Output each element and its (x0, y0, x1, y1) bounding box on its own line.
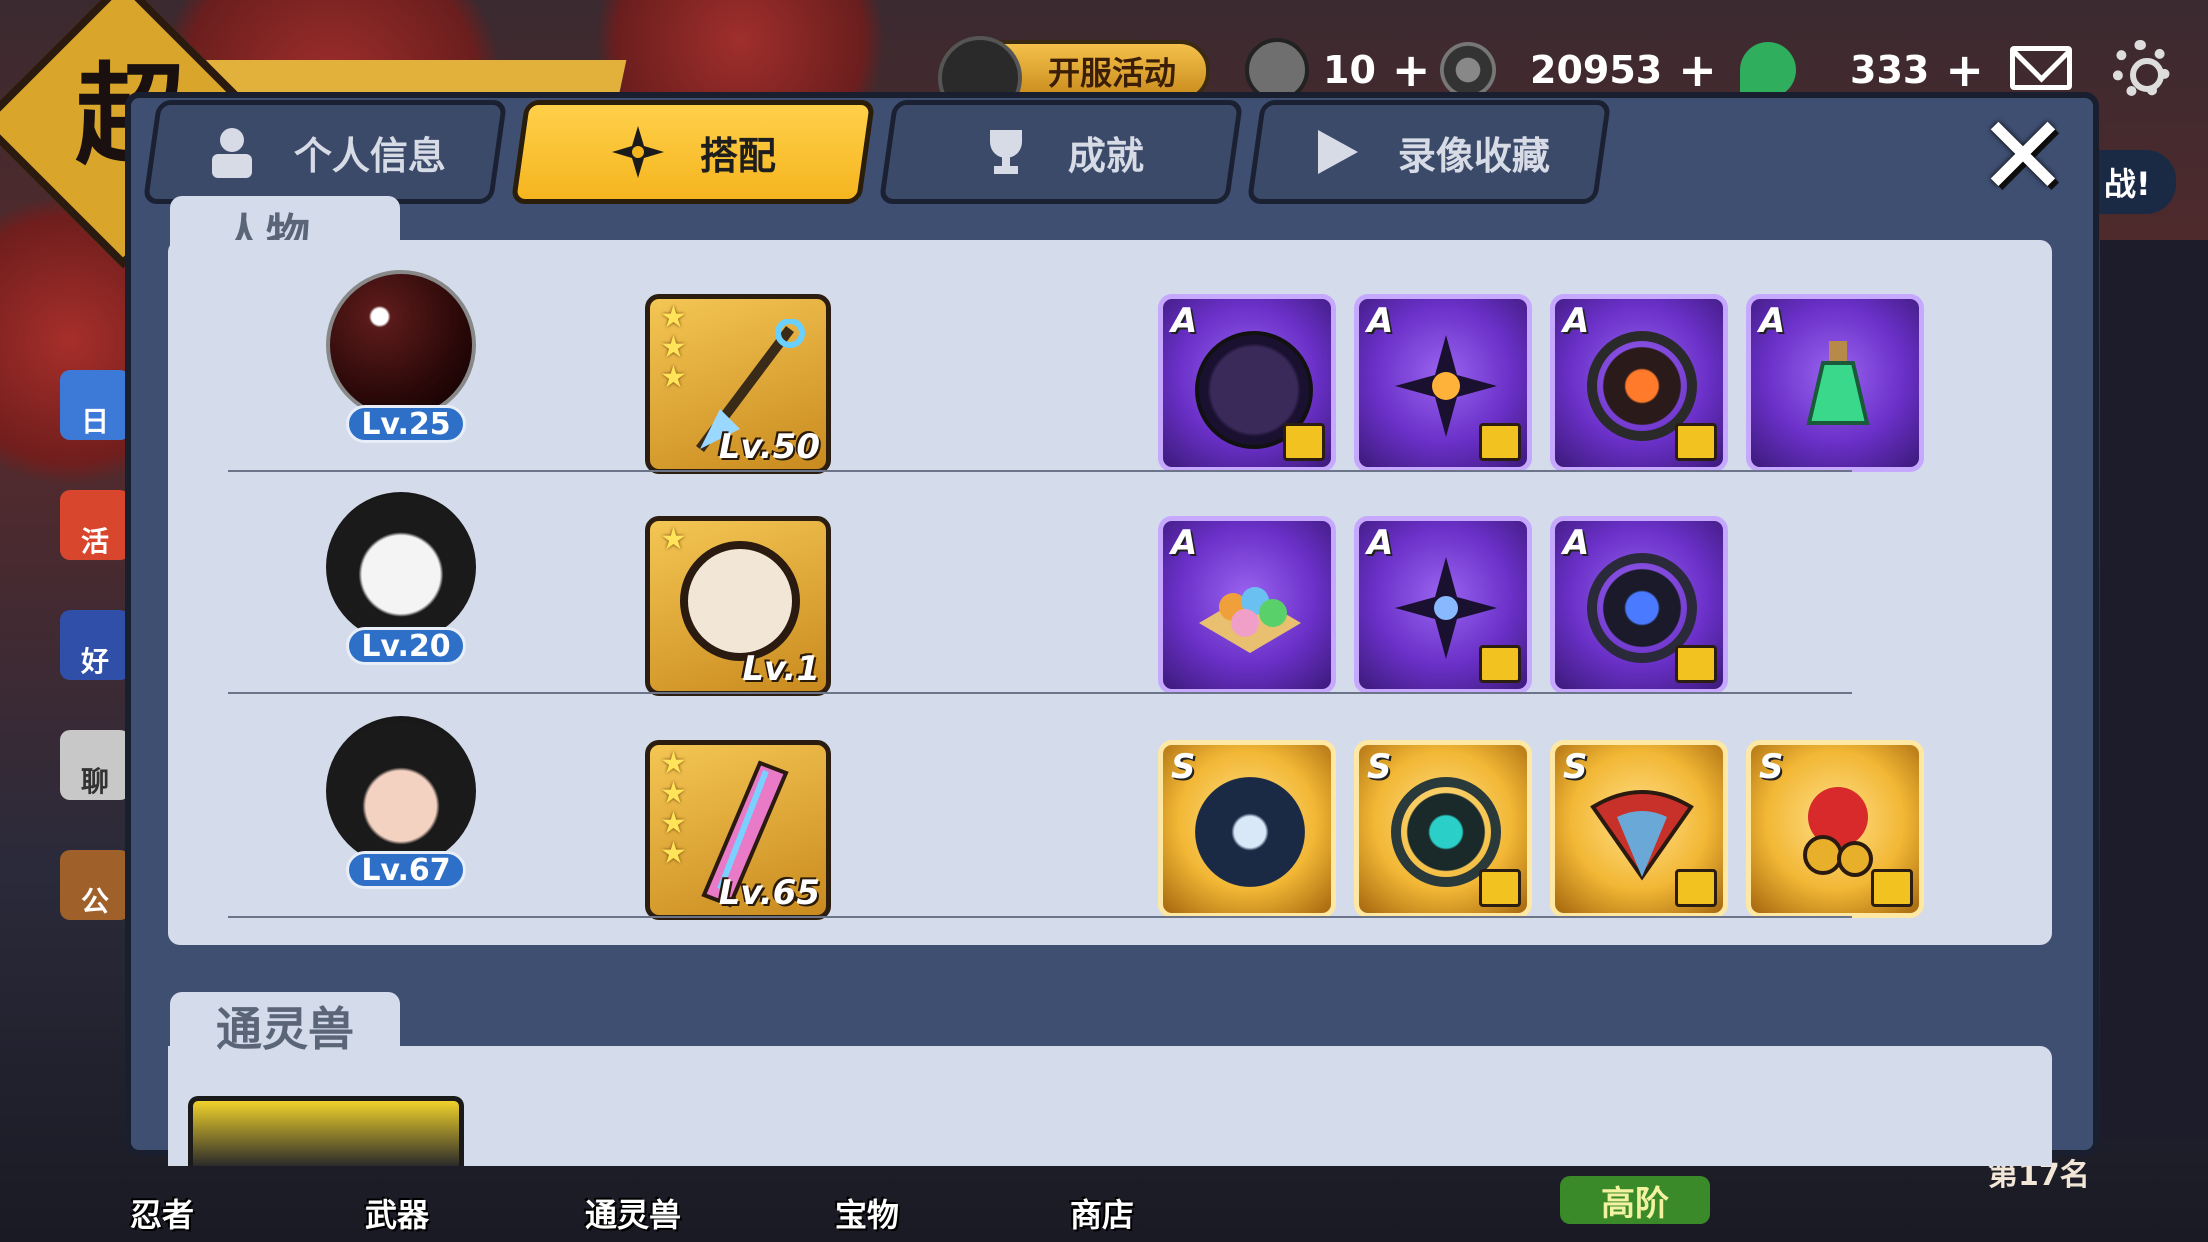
drum-icon (680, 541, 800, 661)
tab-loadout[interactable]: 搭配 (510, 100, 876, 204)
character-row: Lv.25 ★ ★ ★ Lv.50 A A A A (168, 250, 2052, 474)
tab-profile[interactable]: 个人信息 (142, 100, 508, 204)
profile-icon (204, 124, 260, 180)
weapon-level: Lv.50 (718, 427, 820, 467)
weapon-stars: ★ ★ ★ (660, 300, 687, 395)
character-level: Lv.25 (346, 405, 466, 443)
coin-icon (1440, 42, 1496, 98)
costume-icon (1479, 869, 1521, 907)
nav-shop[interactable]: 商店 (1070, 1190, 1134, 1236)
costume-icon (1479, 423, 1521, 461)
daily-icon[interactable]: 日 (60, 370, 130, 440)
equipment-item[interactable]: S (1158, 740, 1336, 918)
nav-weapon[interactable]: 武器 (365, 1190, 429, 1236)
chat-icon[interactable]: 聊 (60, 730, 130, 800)
section-summon-label: 通灵兽 (170, 992, 400, 1060)
row-divider (228, 692, 1852, 694)
jade-currency: 333 + (1740, 40, 1984, 100)
tab-replays[interactable]: 录像收藏 (1246, 100, 1612, 204)
character-row: Lv.67 ★ ★ ★ ★ Lv.65 S S S S (168, 696, 2052, 920)
equipment-item[interactable]: A (1354, 294, 1532, 472)
mail-icon[interactable] (2010, 46, 2072, 90)
close-button[interactable]: ✕ (1975, 101, 2071, 211)
costume-icon (1675, 869, 1717, 907)
dark-cloak-icon (1195, 777, 1305, 887)
equipment-item[interactable]: A (1550, 516, 1728, 694)
jade-icon (1740, 42, 1796, 98)
equipment-items: A A A (1158, 516, 1728, 694)
equipment-item[interactable]: S (1354, 740, 1532, 918)
costume-icon (1675, 423, 1717, 461)
weapon-slot[interactable]: ★ ★ ★ ★ Lv.65 (645, 740, 831, 920)
equipment-item[interactable]: S (1746, 740, 1924, 918)
weapon-level: Lv.65 (718, 873, 820, 913)
modal-tabs: 个人信息 搭配 成就 录像收藏 (142, 100, 1612, 208)
weapon-level: Lv.1 (742, 649, 820, 689)
dango-icon (1199, 587, 1301, 653)
left-menu: 日 活 好 聊 公 (60, 370, 130, 970)
nav-treasure[interactable]: 宝物 (835, 1190, 899, 1236)
weapon-stars: ★ (660, 522, 687, 557)
equipment-item[interactable]: S (1550, 740, 1728, 918)
advanced-badge: 高阶 (1560, 1176, 1710, 1224)
costume-icon (1871, 869, 1913, 907)
character-avatar[interactable]: Lv.20 (318, 492, 483, 665)
summon-beast-card[interactable] (188, 1096, 464, 1166)
shuriken-icon (610, 124, 666, 180)
weapon-slot[interactable]: ★ ★ ★ Lv.50 (645, 294, 831, 474)
costume-icon (1479, 645, 1521, 683)
play-icon (1308, 124, 1364, 180)
friends-icon[interactable]: 好 (60, 610, 130, 680)
equipment-item[interactable]: A (1354, 516, 1532, 694)
equipment-items: A A A A (1158, 294, 1924, 472)
costume-icon (1675, 645, 1717, 683)
equipment-item[interactable]: A (1746, 294, 1924, 472)
side-battle-button[interactable]: 战! (2096, 150, 2176, 214)
activity-icon[interactable]: 活 (60, 490, 130, 560)
add-coin-button[interactable]: + (1678, 43, 1717, 97)
equipment-item[interactable]: A (1158, 294, 1336, 472)
coin-currency: 20953 + (1440, 40, 1717, 100)
character-avatar[interactable]: Lv.25 (318, 270, 483, 443)
characters-panel: Lv.25 ★ ★ ★ Lv.50 A A A A Lv.20 ★ Lv.1 A… (168, 240, 2052, 945)
notice-icon[interactable]: 公 (60, 850, 130, 920)
add-jade-button[interactable]: + (1945, 43, 1984, 97)
pagoda-silhouette (2100, 240, 2208, 1140)
character-row: Lv.20 ★ Lv.1 A A A (168, 472, 2052, 696)
character-level: Lv.67 (346, 851, 466, 889)
gear-icon[interactable] (2112, 40, 2170, 98)
bottom-nav: 忍者 武器 通灵兽 宝物 商店 (0, 1160, 2208, 1242)
nav-ninja[interactable]: 忍者 (130, 1190, 194, 1236)
weapon-stars: ★ ★ ★ ★ (660, 746, 687, 871)
equipment-item[interactable]: A (1158, 516, 1336, 694)
character-level: Lv.20 (346, 627, 466, 665)
section-summon: 通灵兽 (170, 992, 400, 1060)
weapon-slot[interactable]: ★ Lv.1 (645, 516, 831, 696)
trophy-icon (978, 124, 1034, 180)
nav-summon[interactable]: 通灵兽 (585, 1190, 681, 1236)
equipment-item[interactable]: A (1550, 294, 1728, 472)
add-scroll-button[interactable]: + (1392, 43, 1431, 97)
character-avatar[interactable]: Lv.67 (318, 716, 483, 889)
tab-achievements[interactable]: 成就 (878, 100, 1244, 204)
potion-icon (1806, 341, 1870, 425)
row-divider (228, 916, 1852, 918)
scroll-currency: 10 + (1245, 38, 1431, 102)
costume-icon (1283, 423, 1325, 461)
equipment-items: S S S S (1158, 740, 1924, 918)
